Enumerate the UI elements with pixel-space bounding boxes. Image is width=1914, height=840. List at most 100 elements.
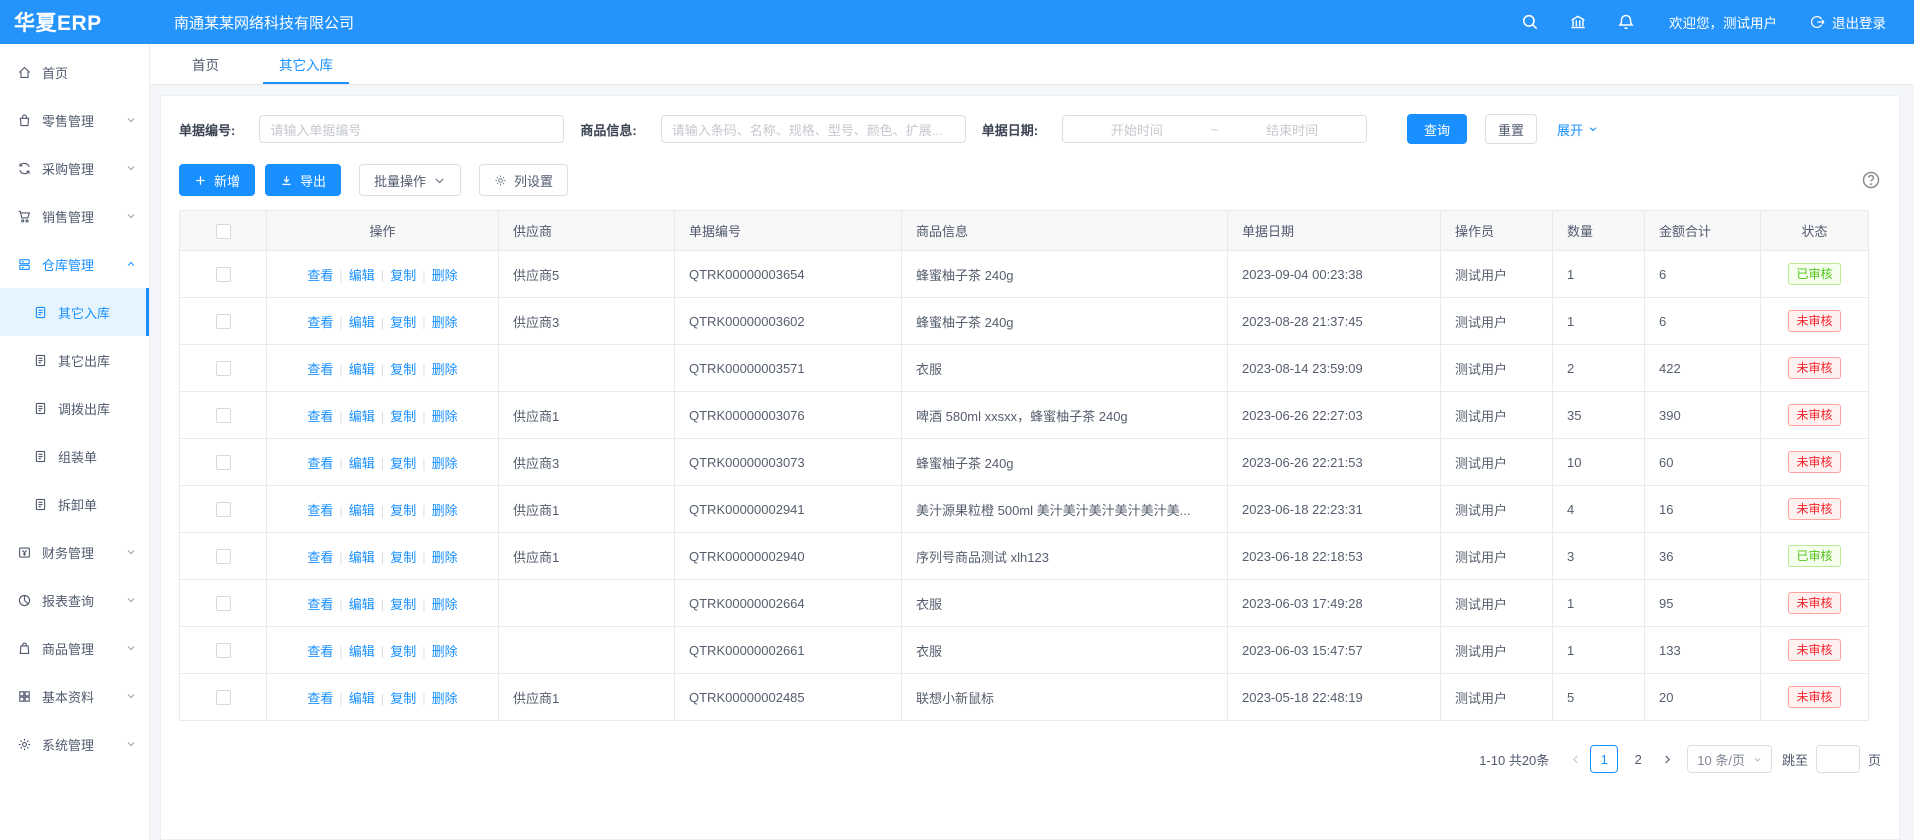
cell-quantity: 4 — [1553, 486, 1645, 533]
row-action-delete[interactable]: 删除 — [432, 362, 458, 377]
row-action-copy[interactable]: 复制 — [390, 644, 416, 659]
page-size-select[interactable]: 10 条/页 — [1687, 745, 1772, 773]
prev-page-button[interactable] — [1563, 745, 1587, 773]
row-action-edit[interactable]: 编辑 — [349, 409, 375, 424]
sidebar-item-transfer-outbound[interactable]: 调拨出库 — [0, 384, 149, 432]
row-action-delete[interactable]: 删除 — [432, 409, 458, 424]
row-action-copy[interactable]: 复制 — [390, 550, 416, 565]
tab-other-inbound[interactable]: 其它入库 — [273, 44, 339, 84]
row-action-delete[interactable]: 删除 — [432, 315, 458, 330]
sidebar-item-goods[interactable]: 商品管理 — [0, 624, 149, 672]
page-button-2[interactable]: 2 — [1624, 745, 1652, 773]
sidebar-item-other-inbound[interactable]: 其它入库 — [0, 288, 149, 336]
sidebar-item-basic-data[interactable]: 基本资料 — [0, 672, 149, 720]
sidebar-item-sales[interactable]: 销售管理 — [0, 192, 149, 240]
row-action-view[interactable]: 查看 — [307, 362, 333, 377]
row-action-copy[interactable]: 复制 — [390, 503, 416, 518]
row-action-copy[interactable]: 复制 — [390, 315, 416, 330]
row-checkbox[interactable] — [216, 314, 231, 329]
sidebar-item-retail[interactable]: 零售管理 — [0, 96, 149, 144]
row-checkbox[interactable] — [216, 408, 231, 423]
row-action-edit[interactable]: 编辑 — [349, 550, 375, 565]
product-info-input[interactable]: 请输入条码、名称、规格、型号、颜色、扩展... — [661, 115, 966, 143]
row-action-edit[interactable]: 编辑 — [349, 597, 375, 612]
row-checkbox[interactable] — [216, 643, 231, 658]
column-settings-button[interactable]: 列设置 — [479, 164, 568, 196]
row-action-view[interactable]: 查看 — [307, 315, 333, 330]
sidebar-item-disassembly-order[interactable]: 拆卸单 — [0, 480, 149, 528]
row-checkbox[interactable] — [216, 361, 231, 376]
sidebar-item-warehouse[interactable]: 仓库管理 — [0, 240, 149, 288]
sidebar-item-system[interactable]: 系统管理 — [0, 720, 149, 768]
sidebar-item-other-outbound[interactable]: 其它出库 — [0, 336, 149, 384]
export-button[interactable]: 导出 — [265, 164, 341, 196]
row-action-view[interactable]: 查看 — [307, 550, 333, 565]
next-page-button[interactable] — [1655, 745, 1679, 773]
row-action-copy[interactable]: 复制 — [390, 362, 416, 377]
row-action-view[interactable]: 查看 — [307, 597, 333, 612]
row-action-delete[interactable]: 删除 — [432, 644, 458, 659]
row-action-view[interactable]: 查看 — [307, 644, 333, 659]
cell-supplier — [499, 580, 675, 627]
select-all-checkbox[interactable] — [216, 224, 231, 239]
date-separator: ~ — [1211, 122, 1219, 137]
sidebar-item-home[interactable]: 首页 — [0, 48, 149, 96]
row-action-copy[interactable]: 复制 — [390, 409, 416, 424]
platform-icon[interactable] — [1569, 13, 1587, 31]
status-badge: 未审核 — [1788, 686, 1840, 708]
row-action-edit[interactable]: 编辑 — [349, 456, 375, 471]
bell-icon[interactable] — [1617, 13, 1635, 31]
row-checkbox[interactable] — [216, 690, 231, 705]
row-action-delete[interactable]: 删除 — [432, 268, 458, 283]
row-action-copy[interactable]: 复制 — [390, 268, 416, 283]
sidebar-item-assembly-order[interactable]: 组装单 — [0, 432, 149, 480]
date-range-input[interactable]: 开始时间 ~ 结束时间 — [1062, 115, 1367, 143]
row-action-view[interactable]: 查看 — [307, 503, 333, 518]
jump-to-input[interactable] — [1816, 745, 1860, 773]
reset-button[interactable]: 重置 — [1485, 114, 1537, 144]
logout-button[interactable]: 退出登录 — [1809, 12, 1886, 32]
app-logo[interactable]: 华夏ERP — [0, 7, 150, 37]
bill-no-input[interactable]: 请输入单据编号 — [259, 115, 564, 143]
cell-bill-number: QTRK00000002485 — [675, 674, 902, 721]
page-button-1[interactable]: 1 — [1590, 745, 1618, 773]
row-checkbox[interactable] — [216, 455, 231, 470]
expand-toggle[interactable]: 展开 — [1557, 120, 1598, 139]
search-button[interactable]: 查询 — [1407, 114, 1467, 144]
row-action-delete[interactable]: 删除 — [432, 550, 458, 565]
sidebar-item-report[interactable]: 报表查询 — [0, 576, 149, 624]
search-icon[interactable] — [1521, 13, 1539, 31]
add-button[interactable]: 新增 — [179, 164, 255, 196]
row-actions: 查看|编辑|复制|删除 — [267, 345, 499, 392]
sidebar-item-finance[interactable]: 财务管理 — [0, 528, 149, 576]
row-checkbox[interactable] — [216, 267, 231, 282]
row-action-view[interactable]: 查看 — [307, 409, 333, 424]
row-action-copy[interactable]: 复制 — [390, 597, 416, 612]
row-action-edit[interactable]: 编辑 — [349, 362, 375, 377]
row-action-copy[interactable]: 复制 — [390, 456, 416, 471]
row-action-edit[interactable]: 编辑 — [349, 691, 375, 706]
sidebar-item-purchase[interactable]: 采购管理 — [0, 144, 149, 192]
row-action-delete[interactable]: 删除 — [432, 456, 458, 471]
help-icon[interactable] — [1861, 170, 1881, 190]
row-action-copy[interactable]: 复制 — [390, 691, 416, 706]
cell-supplier: 供应商3 — [499, 298, 675, 345]
header-actions: 欢迎您，测试用户 退出登录 — [1491, 12, 1914, 32]
product-info-placeholder: 请输入条码、名称、规格、型号、颜色、扩展... — [672, 120, 943, 139]
row-checkbox[interactable] — [216, 596, 231, 611]
row-checkbox[interactable] — [216, 549, 231, 564]
row-action-delete[interactable]: 删除 — [432, 503, 458, 518]
tab-home[interactable]: 首页 — [186, 44, 225, 84]
row-action-edit[interactable]: 编辑 — [349, 644, 375, 659]
row-action-view[interactable]: 查看 — [307, 268, 333, 283]
row-action-view[interactable]: 查看 — [307, 456, 333, 471]
row-action-delete[interactable]: 删除 — [432, 691, 458, 706]
row-action-view[interactable]: 查看 — [307, 691, 333, 706]
cell-quantity: 1 — [1553, 627, 1645, 674]
row-action-delete[interactable]: 删除 — [432, 597, 458, 612]
row-checkbox[interactable] — [216, 502, 231, 517]
batch-actions-button[interactable]: 批量操作 — [359, 164, 461, 196]
row-action-edit[interactable]: 编辑 — [349, 268, 375, 283]
row-action-edit[interactable]: 编辑 — [349, 503, 375, 518]
row-action-edit[interactable]: 编辑 — [349, 315, 375, 330]
